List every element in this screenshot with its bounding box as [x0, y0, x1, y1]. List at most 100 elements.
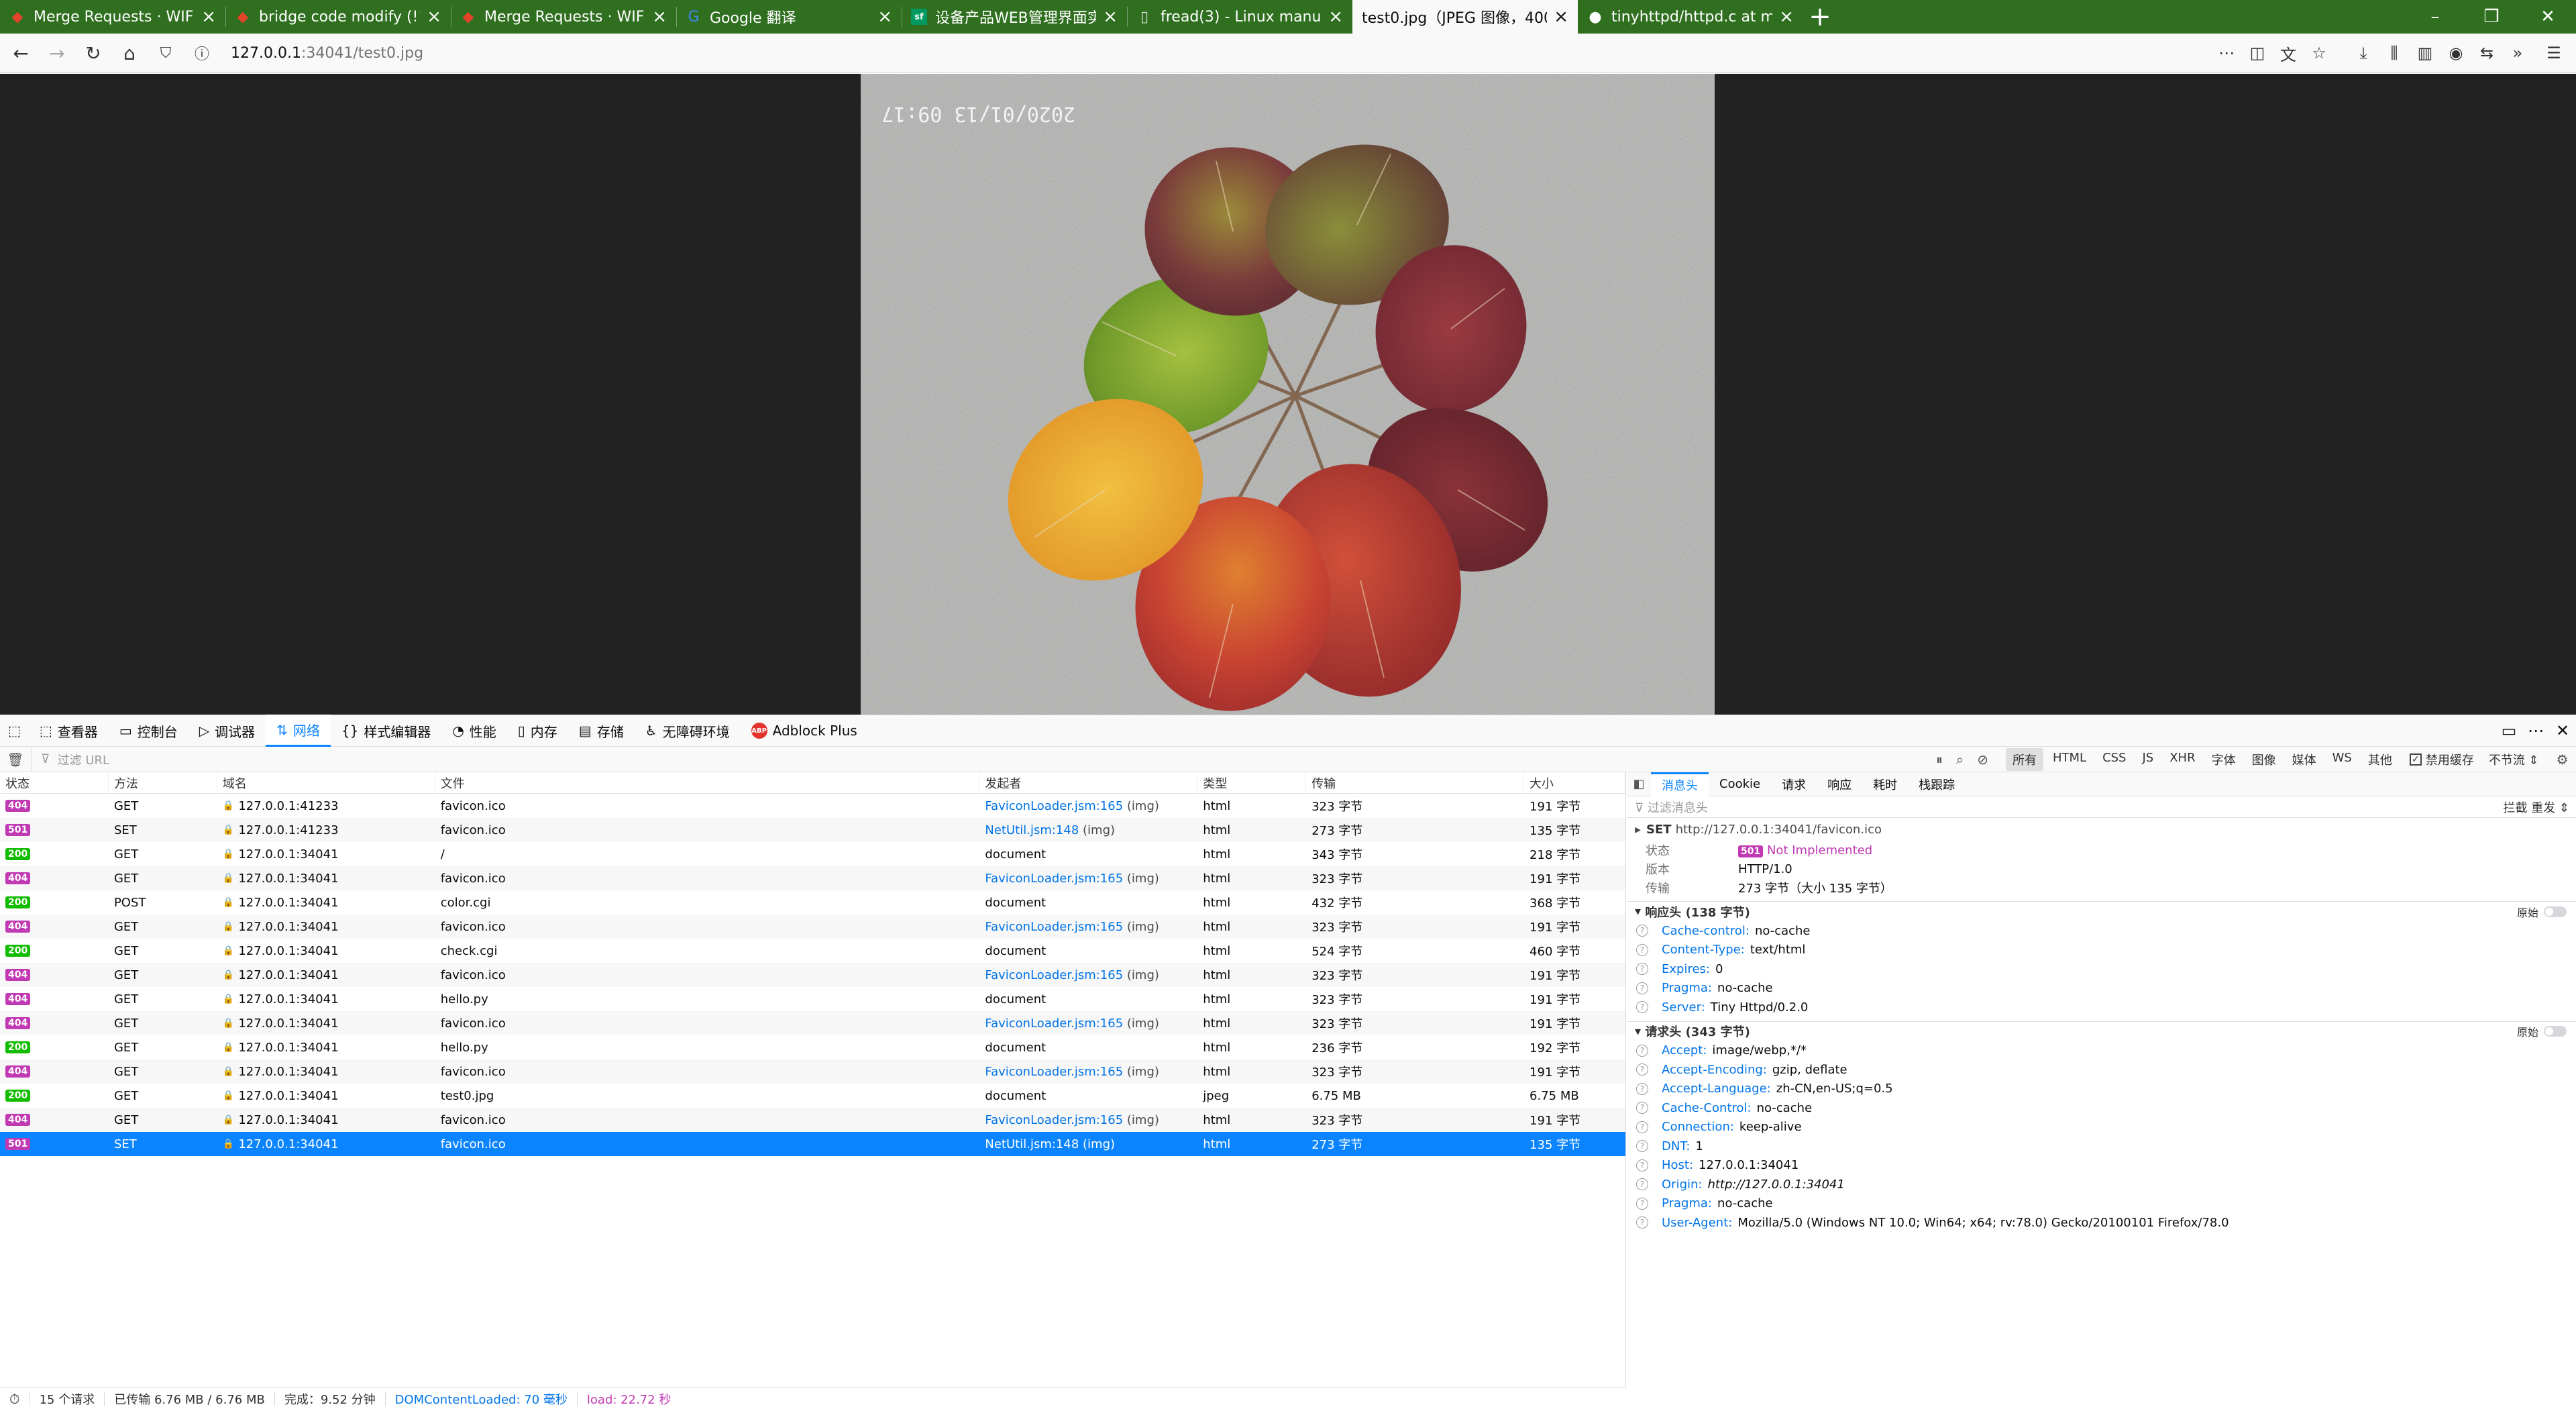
forward-icon[interactable]: →: [42, 38, 72, 68]
request-row[interactable]: 404 GET 🔒 127.0.0.1:34041 favicon.ico Favicon…: [0, 963, 1625, 987]
help-icon[interactable]: ?: [1636, 1140, 1648, 1153]
initiator-link[interactable]: FaviconLoader.jsm:165: [985, 920, 1123, 934]
initiator-link[interactable]: NetUtil.jsm:148: [985, 823, 1079, 837]
close-tab-icon[interactable]: ×: [1554, 8, 1568, 25]
help-icon[interactable]: ?: [1636, 1063, 1648, 1076]
translate-extension-icon[interactable]: ⇆: [2471, 38, 2502, 68]
column-header[interactable]: 类型: [1197, 772, 1307, 793]
help-icon[interactable]: ?: [1636, 1159, 1648, 1171]
block-icon[interactable]: ⊘: [1977, 751, 1988, 768]
devtools-tab-accessibility[interactable]: ♿ 无障碍环境: [635, 715, 741, 747]
column-header[interactable]: 方法: [109, 772, 217, 793]
download-icon[interactable]: ⤓: [2348, 38, 2379, 68]
type-filter-button[interactable]: 媒体: [2286, 748, 2323, 771]
help-icon[interactable]: ?: [1636, 1120, 1648, 1133]
browser-tab[interactable]: ▯ fread(3) - Linux manual page ×: [1127, 0, 1352, 34]
request-row[interactable]: 404 GET 🔒 127.0.0.1:34041 favicon.ico Favicon…: [0, 915, 1625, 939]
request-row[interactable]: 404 GET 🔒 127.0.0.1:34041 hello.py document ht…: [0, 987, 1625, 1011]
extension-icon[interactable]: ◉: [2440, 38, 2471, 68]
minimize-icon[interactable]: –: [2407, 0, 2463, 34]
initiator-link[interactable]: FaviconLoader.jsm:165: [985, 1065, 1123, 1079]
type-filter-button[interactable]: HTML: [2046, 748, 2093, 771]
request-row[interactable]: 200 GET 🔒 127.0.0.1:34041 test0.jpg document j…: [0, 1084, 1625, 1108]
devtools-tab-memory[interactable]: ▯ 内存: [507, 715, 568, 747]
column-header[interactable]: 文件: [435, 772, 980, 793]
home-icon[interactable]: ⌂: [114, 38, 145, 68]
request-row[interactable]: 200 GET 🔒 127.0.0.1:34041 hello.py document ht…: [0, 1035, 1625, 1059]
column-header[interactable]: 域名: [217, 772, 435, 793]
request-row[interactable]: 404 GET 🔒 127.0.0.1:41233 favicon.ico Favicon…: [0, 794, 1625, 818]
type-filter-button[interactable]: WS: [2326, 748, 2359, 771]
request-row[interactable]: 404 GET 🔒 127.0.0.1:34041 favicon.ico Favicon…: [0, 1059, 1625, 1084]
details-tab[interactable]: 消息头: [1651, 772, 1709, 796]
devtools-tab-network[interactable]: ⇅ 网络: [266, 715, 331, 747]
column-header[interactable]: 状态: [0, 772, 109, 793]
page-actions-icon[interactable]: ⋯: [2211, 38, 2242, 68]
help-icon[interactable]: ?: [1636, 943, 1648, 956]
request-row[interactable]: 501 SET 🔒 127.0.0.1:34041 favicon.ico NetUtil…: [0, 1132, 1625, 1156]
hamburger-menu-icon[interactable]: ☰: [2538, 38, 2569, 68]
help-icon[interactable]: ?: [1636, 1044, 1648, 1057]
column-header[interactable]: 大小: [1524, 772, 1625, 793]
type-filter-button[interactable]: XHR: [2163, 748, 2202, 771]
browser-tab[interactable]: sf 设备产品WEB管理界面实现 · S ×: [902, 0, 1127, 34]
close-tab-icon[interactable]: ×: [427, 8, 441, 25]
type-filter-button[interactable]: 图像: [2245, 748, 2283, 771]
performance-analysis-icon[interactable]: ⏱: [0, 1391, 30, 1407]
close-tab-icon[interactable]: ×: [1103, 8, 1118, 25]
type-filter-button[interactable]: 字体: [2205, 748, 2243, 771]
request-row[interactable]: 200 GET 🔒 127.0.0.1:34041 check.cgi document h…: [0, 939, 1625, 963]
devtools-tab-inspector[interactable]: ⬚ 查看器: [29, 715, 109, 747]
browser-tab[interactable]: test0.jpg（JPEG 图像，4000x300 ×: [1352, 0, 1578, 34]
library-icon[interactable]: ⫼: [2379, 38, 2410, 68]
block-resend-actions[interactable]: 拦截 重发 ⇕: [2503, 798, 2569, 816]
help-icon[interactable]: ?: [1636, 1216, 1648, 1229]
help-icon[interactable]: ?: [1636, 1082, 1648, 1095]
site-info-icon[interactable]: ⓘ: [186, 38, 217, 68]
back-icon[interactable]: ←: [5, 38, 36, 68]
response-headers-section[interactable]: ▾ 响应头 (138 字节) 原始: [1627, 901, 2576, 921]
throttle-select[interactable]: 不节流 ⇕: [2489, 751, 2539, 768]
request-row[interactable]: 404 GET 🔒 127.0.0.1:34041 favicon.ico Favicon…: [0, 1011, 1625, 1035]
devtools-tab-console[interactable]: ▭ 控制台: [109, 715, 189, 747]
request-row[interactable]: 501 SET 🔒 127.0.0.1:41233 favicon.ico NetUtil…: [0, 818, 1625, 842]
details-tab[interactable]: 栈跟踪: [1908, 772, 1966, 796]
devtools-tab-storage[interactable]: ▤ 存储: [568, 715, 635, 747]
filter-url-input[interactable]: ⊽ 过滤 URL: [31, 746, 1929, 772]
clear-log-icon[interactable]: 🗑: [0, 751, 31, 768]
url-bar[interactable]: 127.0.0.1:34041/test0.jpg: [231, 38, 2211, 68]
close-tab-icon[interactable]: ×: [1328, 8, 1343, 25]
sidebar-icon[interactable]: ▥: [2410, 38, 2440, 68]
network-settings-gear-icon[interactable]: ⚙: [2557, 751, 2569, 768]
type-filter-button[interactable]: 所有: [2005, 747, 2043, 771]
initiator-link[interactable]: FaviconLoader.jsm:165: [985, 968, 1123, 982]
request-row[interactable]: 404 GET 🔒 127.0.0.1:34041 favicon.ico Favicon…: [0, 866, 1625, 890]
initiator-link[interactable]: FaviconLoader.jsm:165: [985, 1113, 1123, 1127]
help-icon[interactable]: ?: [1636, 925, 1648, 937]
devtools-tab-debugger[interactable]: ▷ 调试器: [189, 715, 266, 747]
close-tab-icon[interactable]: ×: [652, 8, 667, 25]
type-filter-button[interactable]: 其他: [2361, 748, 2399, 771]
details-tab[interactable]: 响应: [1817, 772, 1862, 796]
help-icon[interactable]: ?: [1636, 982, 1648, 994]
details-tab[interactable]: Cookie: [1709, 772, 1771, 796]
request-row[interactable]: 200 GET 🔒 127.0.0.1:34041 / document html 343 字…: [0, 842, 1625, 866]
request-row[interactable]: 200 POST 🔒 127.0.0.1:34041 color.cgi document…: [0, 890, 1625, 915]
leaves-photo[interactable]: 2020/01/13 09:17: [861, 74, 1715, 715]
translate-icon[interactable]: 文: [2273, 38, 2304, 68]
devtools-tab-style-editor[interactable]: {} 样式编辑器: [331, 715, 441, 747]
initiator-link[interactable]: FaviconLoader.jsm:165: [985, 872, 1123, 886]
restore-icon[interactable]: ❐: [2463, 0, 2520, 34]
pause-icon[interactable]: ⏸: [1936, 751, 1943, 768]
new-tab-button[interactable]: +: [1803, 0, 1837, 34]
initiator-link[interactable]: FaviconLoader.jsm:165: [985, 799, 1123, 813]
request-headers-section[interactable]: ▾ 请求头 (343 字节) 原始: [1627, 1021, 2576, 1041]
devtools-menu-icon[interactable]: ⋯: [2522, 721, 2549, 740]
details-tab[interactable]: 请求: [1771, 772, 1817, 796]
tracking-shield-icon[interactable]: ⛉: [150, 38, 181, 68]
type-filter-button[interactable]: JS: [2135, 748, 2160, 771]
raw-toggle[interactable]: 原始: [2517, 1023, 2567, 1039]
pocket-icon[interactable]: ◫: [2242, 38, 2273, 68]
close-tab-icon[interactable]: ×: [877, 8, 892, 25]
browser-tab[interactable]: G Google 翻译 ×: [676, 0, 902, 34]
